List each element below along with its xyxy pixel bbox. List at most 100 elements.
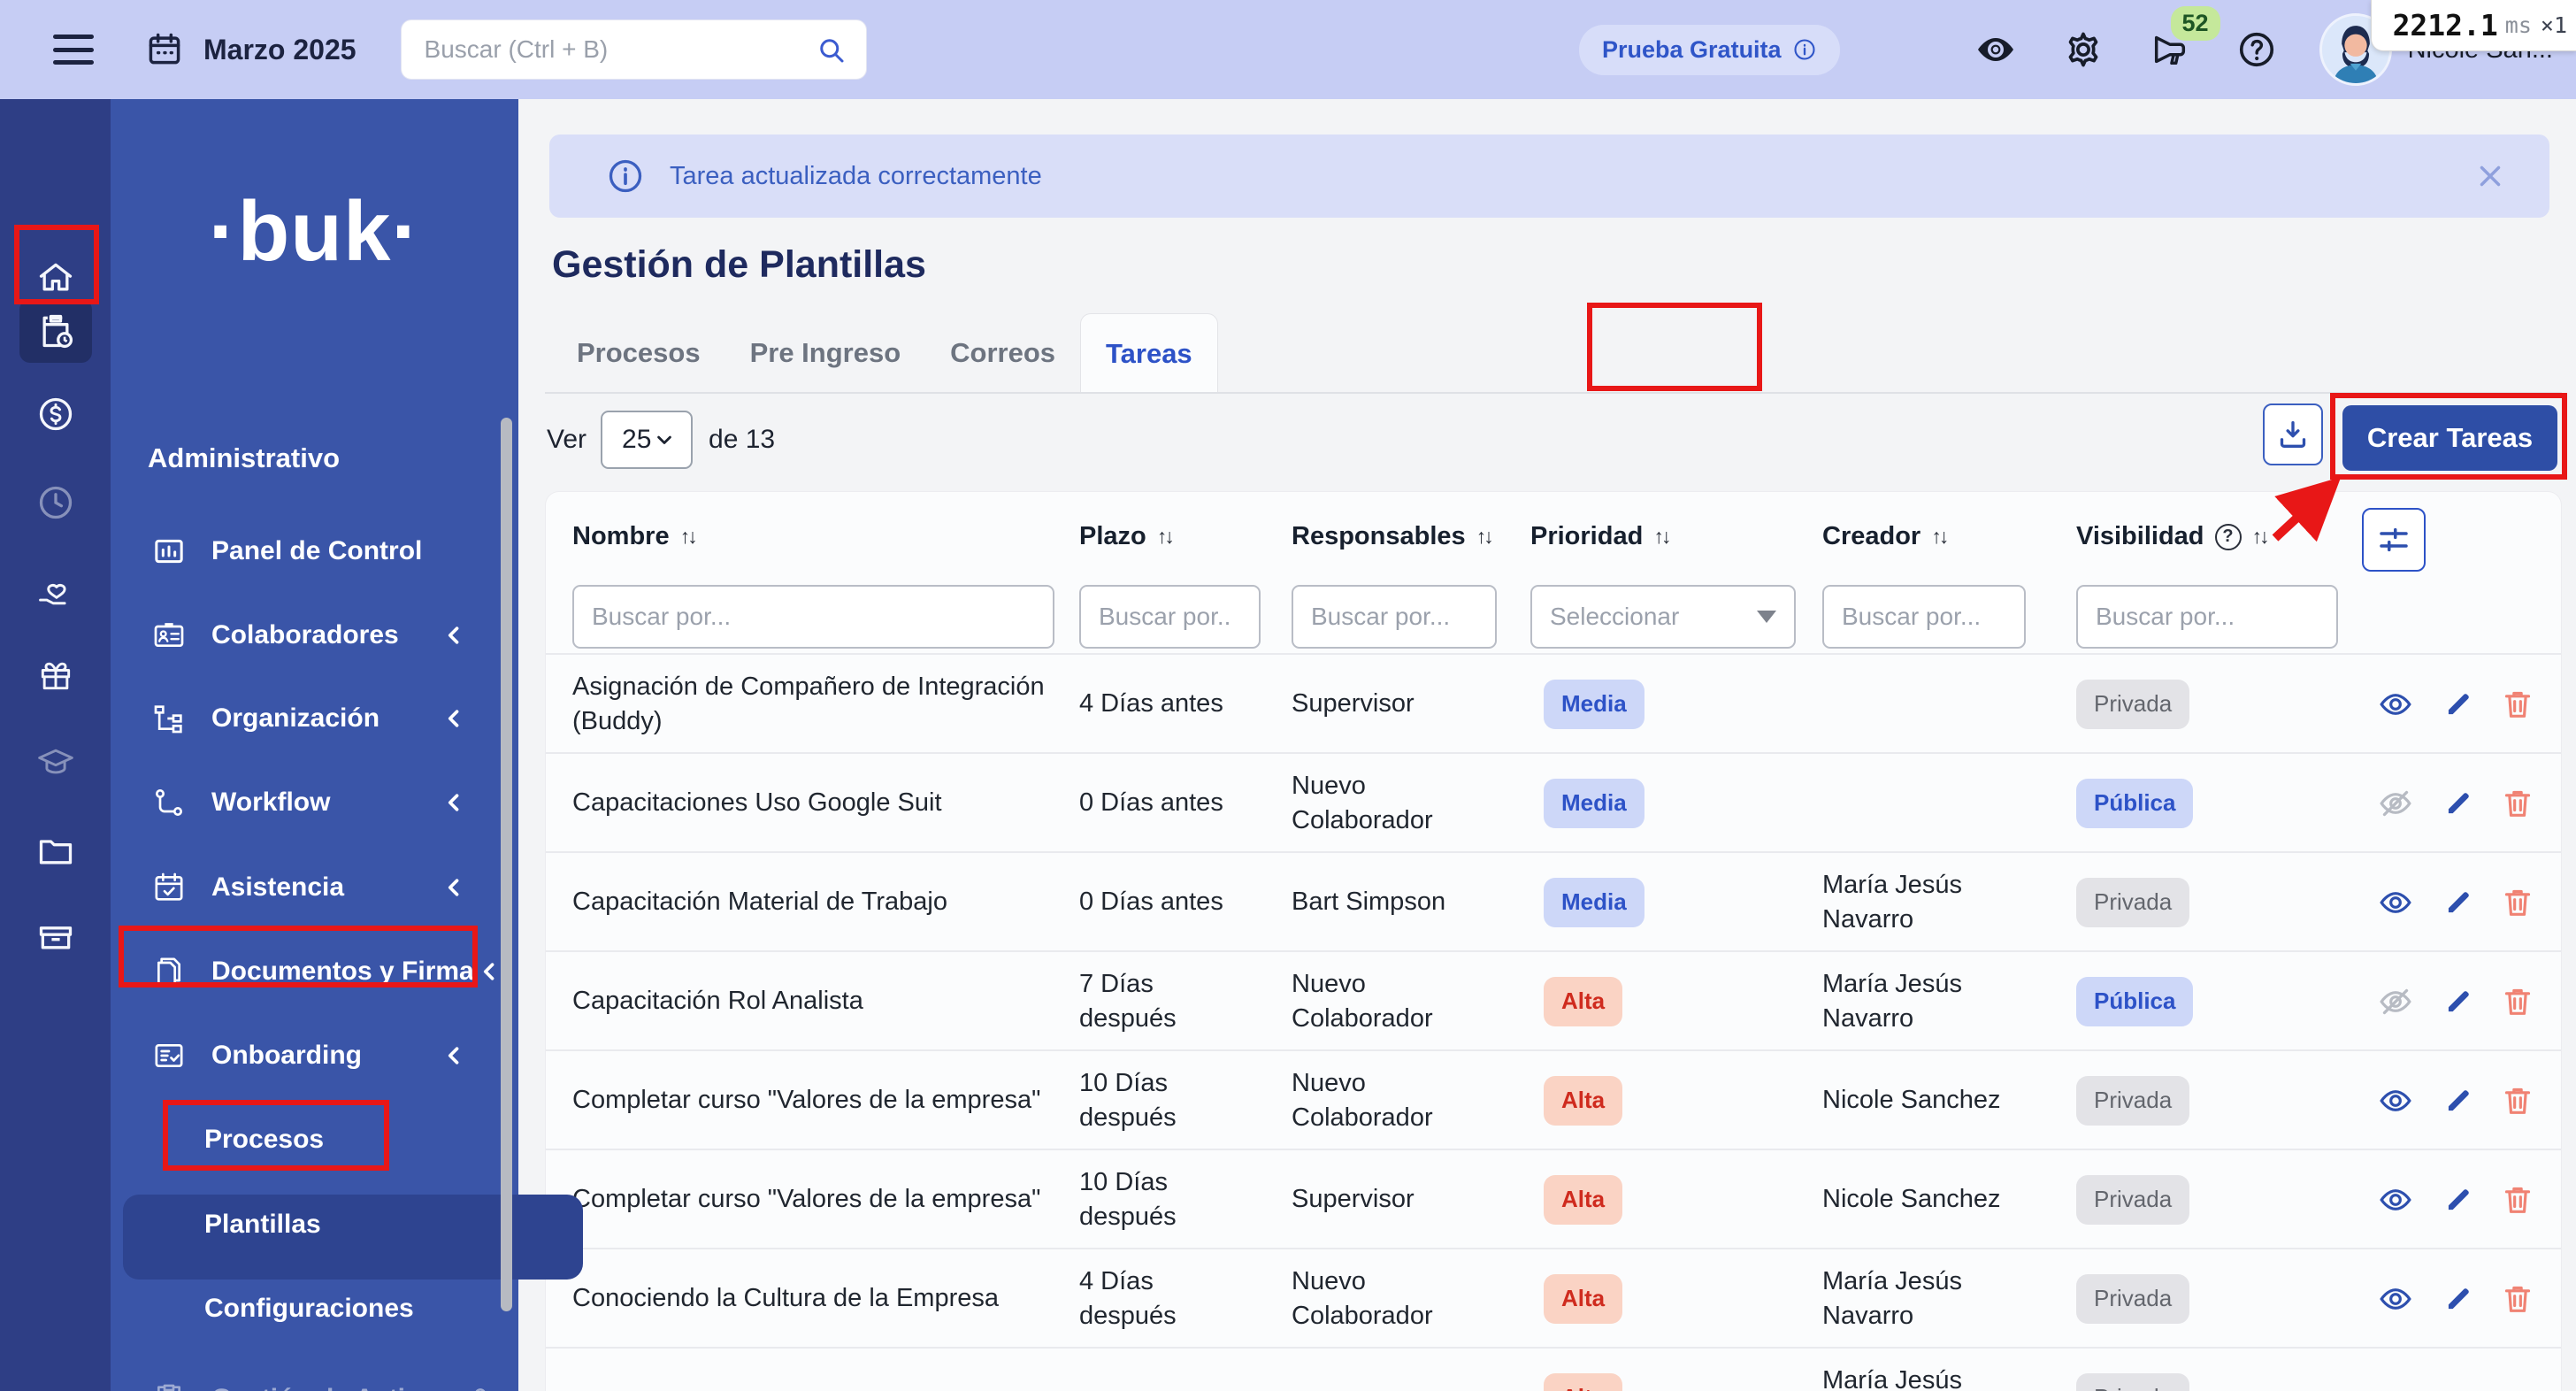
sort-icon[interactable]: ↑↓	[2252, 525, 2267, 549]
folder-rail-item[interactable]	[19, 819, 92, 883]
sidebar-item-asistencia[interactable]: Asistencia	[111, 857, 518, 918]
column-header-plazo[interactable]: Plazo↑↓	[1079, 522, 1172, 551]
view-icon[interactable]	[2378, 1281, 2413, 1317]
priority-badge: Media	[1544, 680, 1644, 728]
clipboard-clock-rail-item[interactable]	[19, 299, 92, 363]
sidebar-item-documentos-y-firma[interactable]: Documentos y Firma	[111, 941, 518, 1003]
sidebar-item-plantillas[interactable]: Plantillas	[111, 1194, 518, 1256]
sidebar: ·buk· Administrativo Panel de ControlCol…	[111, 99, 518, 1391]
cell-responsables: Nuevo Colaborador	[1292, 1249, 1473, 1349]
tab-pre-ingreso[interactable]: Pre Ingreso	[725, 313, 926, 393]
sidebar-item-organización[interactable]: Organización	[111, 688, 518, 749]
eye-icon[interactable]	[1974, 28, 2017, 71]
column-header-creador[interactable]: Creador↑↓	[1822, 522, 1946, 551]
buk-logo: ·buk·	[111, 183, 518, 281]
edit-pencil-icon[interactable]	[2441, 786, 2476, 821]
sidebar-scrollbar[interactable]	[501, 418, 512, 1311]
filter-input-plazo[interactable]	[1079, 585, 1261, 649]
filter-input-visibilidad[interactable]	[2076, 585, 2338, 649]
view-icon[interactable]	[2378, 885, 2413, 920]
column-header-responsables[interactable]: Responsables↑↓	[1292, 522, 1491, 551]
cell-visibilidad: Privada	[2076, 1051, 2189, 1150]
workflow-icon	[151, 785, 187, 820]
hand-heart-rail-item[interactable]	[19, 559, 92, 623]
sort-icon[interactable]: ↑↓	[1931, 525, 1946, 549]
edit-pencil-icon[interactable]	[2441, 687, 2476, 722]
delete-trash-icon[interactable]	[2500, 1083, 2535, 1118]
period-label[interactable]: Marzo 2025	[203, 34, 356, 66]
edit-pencil-icon[interactable]	[2441, 1083, 2476, 1118]
performance-overlay: 2212.1 ms ×1	[2371, 0, 2576, 51]
sidebar-item-colaboradores[interactable]: Colaboradores	[111, 604, 518, 666]
sort-icon[interactable]: ↑↓	[1476, 525, 1491, 549]
sidebar-item-label: Colaboradores	[211, 620, 399, 650]
view-icon[interactable]	[2378, 1182, 2413, 1218]
delete-trash-icon[interactable]	[2500, 984, 2535, 1019]
priority-badge: Alta	[1544, 1274, 1622, 1323]
help-icon[interactable]	[2236, 29, 2277, 70]
sidebar-item-onboarding[interactable]: Onboarding	[111, 1025, 518, 1087]
grad-cap-rail-item[interactable]	[19, 730, 92, 794]
coin-rail-item[interactable]	[19, 382, 92, 446]
announcements-button[interactable]: 52	[2150, 29, 2190, 70]
cell-prioridad: Alta	[1544, 1051, 1622, 1150]
column-header-prioridad[interactable]: Prioridad ↑↓	[1530, 522, 1668, 551]
table-row: Completar curso "Valores de la empresa" …	[546, 1049, 2561, 1149]
sort-icon[interactable]: ↑↓	[680, 525, 695, 549]
delete-trash-icon[interactable]	[2500, 687, 2535, 722]
close-icon[interactable]	[2473, 159, 2507, 193]
filter-input-nombre[interactable]	[572, 585, 1054, 649]
column-label: Prioridad	[1530, 522, 1643, 551]
page-size-select[interactable]: 25	[601, 411, 693, 469]
ai-sparkle-icon[interactable]	[1886, 28, 1928, 71]
perf-multiplier: ×1	[2541, 12, 2567, 38]
cell-nombre: Capacitaciones Uso Google Suit	[572, 754, 1072, 853]
search-icon[interactable]	[816, 35, 847, 66]
delete-trash-icon[interactable]	[2500, 1281, 2535, 1317]
sidebar-item-workflow[interactable]: Workflow	[111, 772, 518, 834]
sidebar-item-gestión-de-activos[interactable]: Gestión de Activos	[111, 1368, 518, 1391]
tab-tareas[interactable]: Tareas	[1080, 313, 1218, 393]
column-header-visibilidad[interactable]: Visibilidad?↑↓	[2076, 522, 2267, 551]
cell-nombre: Conociendo la Cultura de la Empresa	[572, 1249, 1072, 1349]
view-icon[interactable]	[2378, 687, 2413, 722]
cabinet-rail-item[interactable]	[19, 904, 92, 968]
delete-trash-icon[interactable]	[2500, 885, 2535, 920]
sort-icon[interactable]: ↑↓	[1157, 525, 1172, 549]
trial-badge[interactable]: Prueba Gratuita	[1579, 25, 1840, 75]
edit-pencil-icon[interactable]	[2441, 885, 2476, 920]
filter-select-prioridad[interactable]: Seleccionar	[1530, 585, 1796, 649]
create-tasks-button[interactable]: Crear Tareas	[2342, 405, 2557, 471]
cell-plazo	[1079, 1349, 1256, 1391]
clock-rail-item[interactable]	[19, 471, 92, 534]
column-settings-button[interactable]	[2362, 508, 2426, 572]
view-icon[interactable]	[2378, 1083, 2413, 1118]
tab-procesos[interactable]: Procesos	[552, 313, 725, 393]
filter-input-creador[interactable]	[1822, 585, 2026, 649]
calendar-icon[interactable]	[145, 30, 184, 69]
cell-creador: María Jesús Navarro	[1822, 853, 2030, 952]
filter-input-responsables[interactable]	[1292, 585, 1497, 649]
page-title: Gestión de Plantillas	[552, 243, 926, 287]
panel-icon	[151, 534, 187, 569]
sort-icon[interactable]: ↑↓	[1653, 525, 1668, 549]
search-input[interactable]	[401, 19, 867, 80]
edit-pencil-icon[interactable]	[2441, 1182, 2476, 1218]
delete-trash-icon[interactable]	[2500, 1182, 2535, 1218]
download-button[interactable]	[2263, 403, 2323, 465]
gift-rail-item[interactable]	[19, 643, 92, 707]
idcard-icon	[151, 618, 187, 653]
settings-gear-icon[interactable]	[2063, 29, 2104, 70]
priority-badge: Alta	[1544, 1175, 1622, 1224]
help-circle-icon[interactable]: ?	[2215, 524, 2242, 550]
sidebar-item-procesos[interactable]: Procesos	[111, 1109, 518, 1171]
delete-trash-icon[interactable]	[2500, 786, 2535, 821]
edit-pencil-icon[interactable]	[2441, 984, 2476, 1019]
sidebar-item-panel-de-control[interactable]: Panel de Control	[111, 520, 518, 582]
column-header-nombre[interactable]: Nombre↑↓	[572, 522, 695, 551]
edit-pencil-icon[interactable]	[2441, 1281, 2476, 1317]
tab-correos[interactable]: Correos	[925, 313, 1080, 393]
sidebar-item-label: Onboarding	[211, 1041, 362, 1071]
sidebar-item-configuraciones[interactable]: Configuraciones	[111, 1278, 518, 1340]
hamburger-menu-icon[interactable]	[53, 35, 94, 65]
